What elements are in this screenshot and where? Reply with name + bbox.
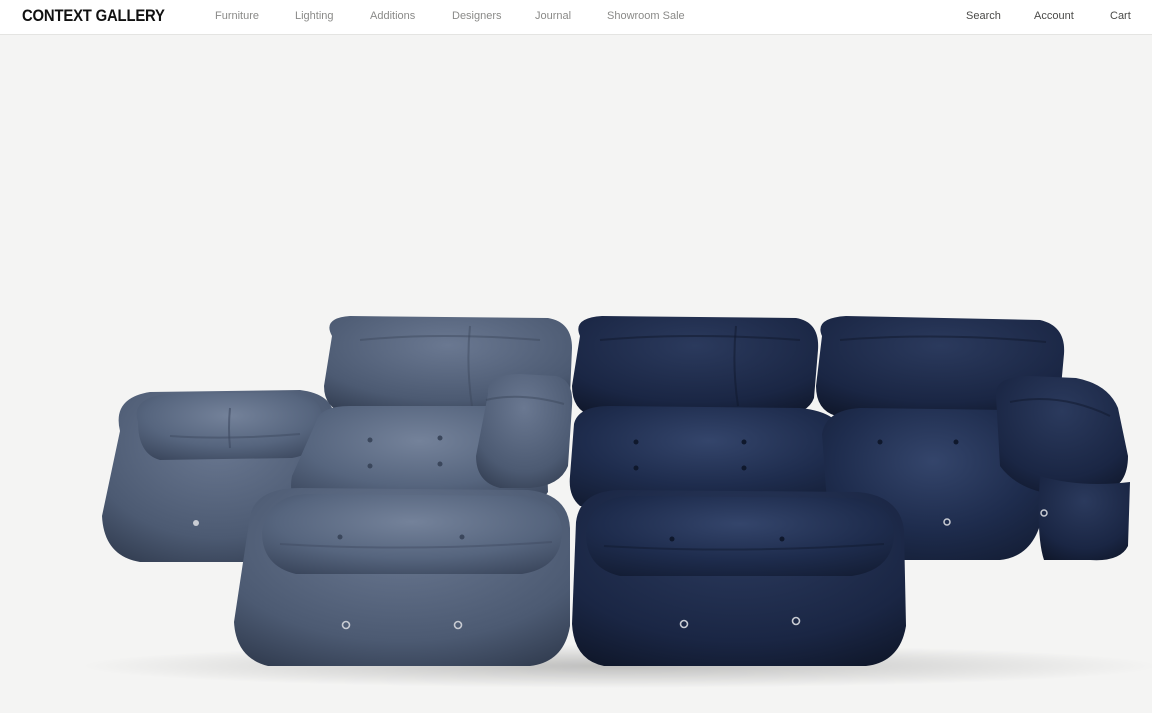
search-link[interactable]: Search: [966, 10, 1001, 22]
site-header: CONTEXT GALLERY Furniture Lighting Addit…: [0, 0, 1152, 35]
nav-item-lighting[interactable]: Lighting: [295, 10, 334, 22]
account-link[interactable]: Account: [1034, 10, 1074, 22]
modular-sofa-illustration: [80, 316, 1152, 688]
slate-front-ottoman: [234, 488, 570, 666]
nav-item-additions[interactable]: Additions: [370, 10, 415, 22]
nav-item-furniture[interactable]: Furniture: [215, 10, 259, 22]
navy-front-ottoman: [572, 490, 906, 666]
navy-middle-backrest: [572, 316, 819, 416]
cart-link[interactable]: Cart: [1110, 10, 1131, 22]
nav-item-designers[interactable]: Designers: [452, 10, 502, 22]
brand-logo[interactable]: CONTEXT GALLERY: [22, 7, 165, 26]
slate-armrest: [476, 374, 573, 488]
hero-image: [0, 36, 1152, 713]
nav-item-journal[interactable]: Journal: [535, 10, 571, 22]
nav-item-showroom-sale[interactable]: Showroom Sale: [607, 10, 685, 22]
